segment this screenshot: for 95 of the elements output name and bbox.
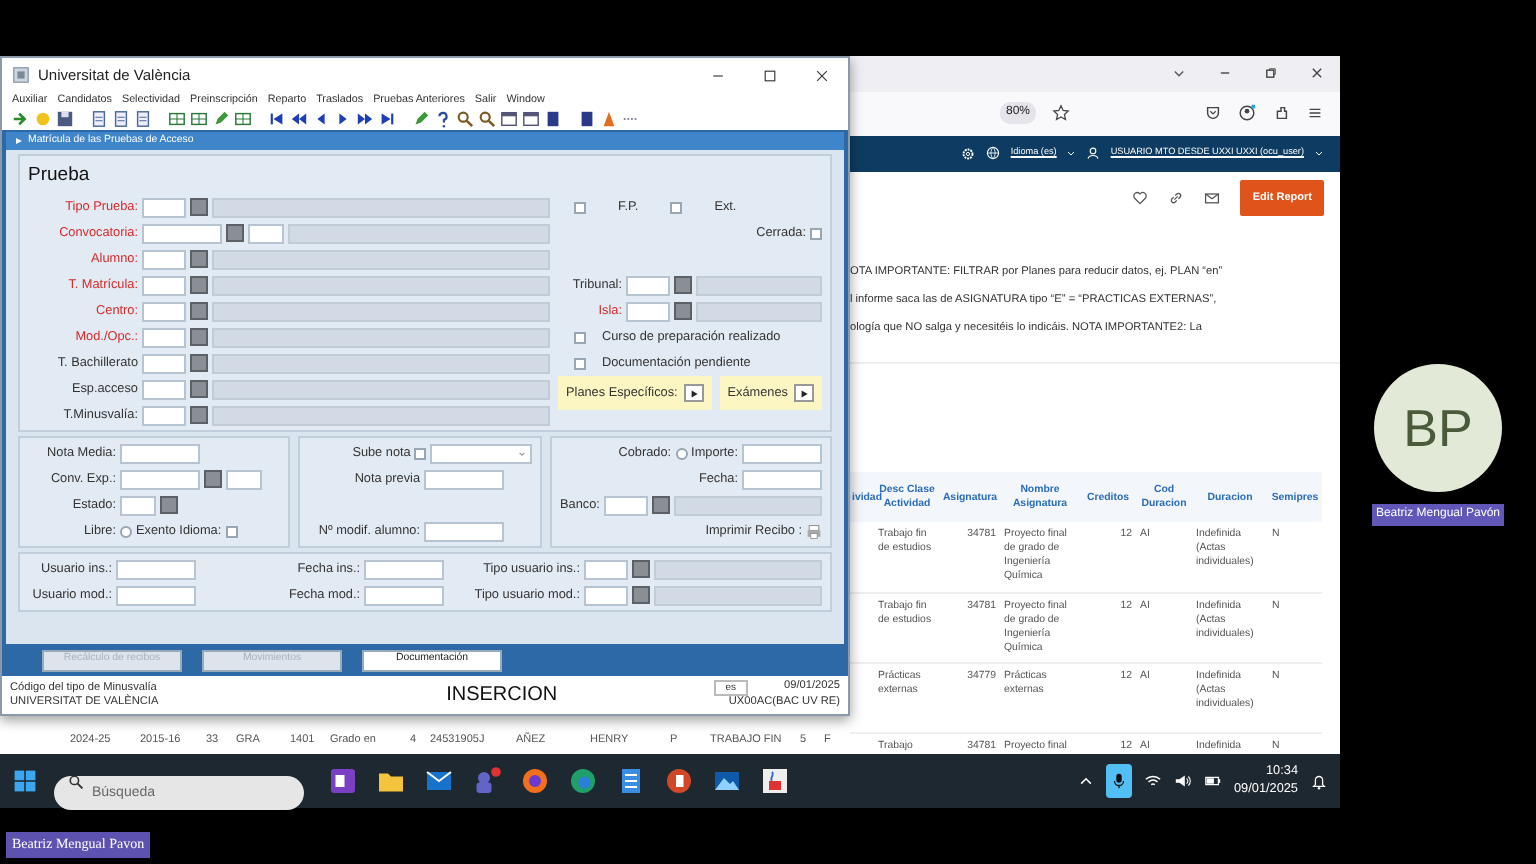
avatar: BP — [1374, 364, 1502, 492]
text-field[interactable] — [120, 443, 200, 463]
text-field[interactable] — [142, 197, 186, 217]
triangle-icon — [798, 387, 810, 399]
chevron-up-icon[interactable] — [1078, 773, 1094, 790]
pocket-icon[interactable] — [1204, 104, 1222, 123]
window-icon[interactable] — [500, 110, 518, 128]
close-icon — [814, 67, 830, 83]
restore-icon[interactable] — [1264, 66, 1278, 81]
globe-icon[interactable] — [520, 766, 550, 797]
person-icon — [1086, 146, 1101, 161]
checkbox[interactable] — [414, 447, 427, 459]
text-field[interactable] — [626, 275, 671, 295]
radio-button[interactable] — [120, 525, 132, 537]
table-icon[interactable] — [168, 110, 186, 128]
text-field[interactable] — [584, 559, 628, 579]
caret-icon — [516, 447, 528, 459]
coffee-cup-icon[interactable] — [760, 766, 790, 797]
last-record-icon[interactable] — [378, 110, 396, 128]
list-button[interactable] — [651, 496, 670, 514]
window-icon[interactable] — [522, 110, 540, 128]
maximize-icon — [762, 67, 778, 83]
text-field[interactable] — [120, 495, 156, 515]
app-icon — [12, 66, 30, 84]
table-icon[interactable] — [190, 110, 208, 128]
menu-icon[interactable] — [1306, 104, 1324, 123]
text-field[interactable] — [142, 405, 186, 425]
text-field[interactable] — [142, 275, 186, 295]
text-field[interactable] — [248, 223, 284, 243]
print-button[interactable] — [806, 523, 822, 539]
link-icon[interactable] — [1168, 190, 1185, 207]
heart-icon[interactable] — [1132, 190, 1149, 207]
microphone-icon — [1110, 772, 1128, 791]
triangle-icon — [14, 136, 24, 146]
presentation-icon[interactable] — [664, 766, 694, 797]
text-field[interactable] — [603, 495, 648, 515]
text-field[interactable] — [226, 469, 262, 489]
chevron-down-icon[interactable] — [1172, 66, 1186, 81]
notebook-icon[interactable] — [328, 766, 358, 797]
checkbox[interactable] — [225, 525, 238, 537]
exit-arrow-icon[interactable] — [12, 110, 30, 128]
text-field[interactable] — [424, 469, 504, 489]
checkbox[interactable] — [574, 331, 587, 343]
text-field[interactable] — [364, 559, 444, 579]
expand-button[interactable] — [794, 384, 814, 402]
description-field — [696, 301, 822, 321]
close-icon[interactable] — [1310, 66, 1324, 81]
microphone-button[interactable] — [1106, 764, 1132, 799]
text-field[interactable] — [742, 469, 822, 489]
expand-button[interactable] — [683, 384, 704, 402]
start-icon[interactable] — [12, 768, 38, 795]
bell-icon[interactable] — [1310, 772, 1328, 791]
section-title: Prueba — [28, 161, 92, 190]
text-field[interactable] — [116, 585, 196, 605]
text-field[interactable] — [142, 379, 186, 399]
search-icon[interactable] — [478, 110, 496, 128]
checkbox[interactable] — [574, 201, 587, 213]
checkbox[interactable] — [670, 201, 683, 213]
text-field[interactable] — [424, 521, 504, 541]
triangle-icon — [687, 387, 700, 399]
printer-icon — [806, 523, 822, 539]
document-icon[interactable] — [616, 766, 646, 797]
text-field[interactable] — [142, 353, 186, 373]
text-field[interactable] — [142, 301, 186, 321]
people-icon[interactable] — [472, 766, 502, 797]
mode-indicator: INSERCION — [444, 682, 560, 710]
radio-button[interactable] — [675, 447, 688, 459]
gear-icon[interactable] — [960, 145, 977, 162]
text-field[interactable] — [116, 559, 196, 579]
text-field[interactable] — [120, 469, 200, 489]
checkbox[interactable] — [574, 357, 587, 369]
text-field[interactable] — [142, 223, 222, 243]
text-field[interactable] — [584, 585, 628, 605]
text-field[interactable] — [364, 585, 444, 605]
wifi-icon[interactable] — [1144, 772, 1162, 791]
text-field[interactable] — [626, 301, 671, 321]
help-icon[interactable] — [434, 110, 452, 128]
star-icon[interactable] — [1052, 104, 1071, 123]
account-icon[interactable] — [1238, 104, 1256, 123]
search-icon — [68, 773, 84, 790]
text-field[interactable] — [742, 443, 822, 463]
battery-icon[interactable] — [1204, 772, 1222, 791]
table-icon[interactable] — [234, 110, 252, 128]
description-field — [696, 275, 822, 295]
puzzle-icon[interactable] — [1272, 104, 1290, 123]
browser-icon[interactable] — [568, 766, 598, 797]
text-field[interactable] — [142, 327, 186, 347]
text-field[interactable] — [142, 249, 186, 269]
first-record-icon[interactable] — [268, 110, 286, 128]
checkbox[interactable] — [810, 227, 822, 239]
speaker-icon[interactable] — [1174, 772, 1192, 791]
dropdown-field[interactable] — [430, 443, 532, 463]
globe-icon — [986, 146, 1001, 161]
mail-icon[interactable] — [1204, 190, 1221, 207]
search-icon[interactable] — [456, 110, 474, 128]
